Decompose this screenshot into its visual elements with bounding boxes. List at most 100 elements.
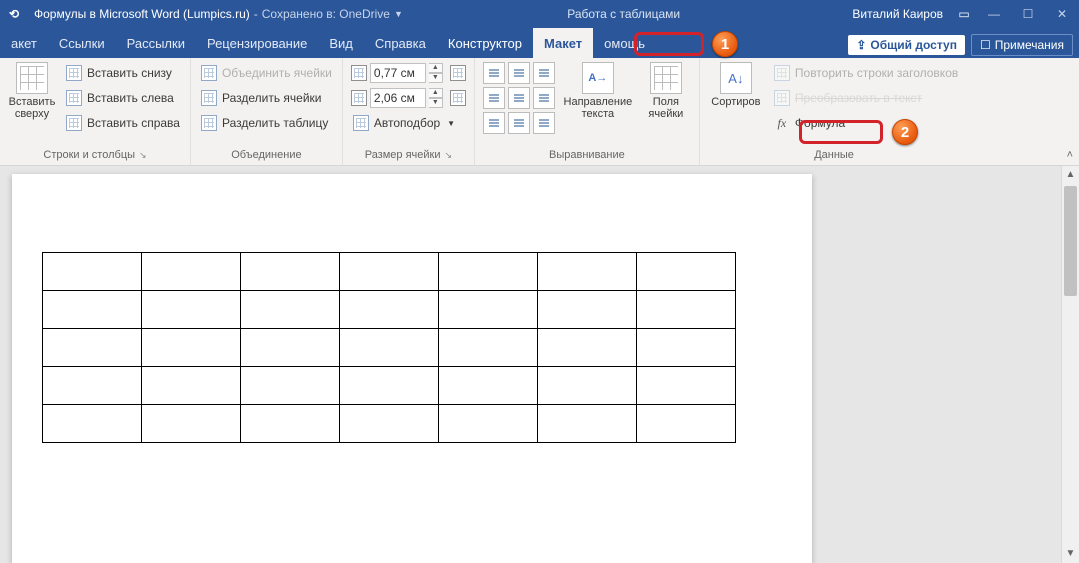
vertical-scrollbar[interactable]: ▲ ▼ (1061, 166, 1079, 563)
table-cell[interactable] (43, 367, 142, 405)
collapse-ribbon-icon[interactable]: ˄ (1067, 149, 1073, 161)
table-cell[interactable] (439, 367, 538, 405)
document-title[interactable]: Формулы в Microsoft Word (Lumpics.ru) - … (28, 7, 403, 21)
table-cell[interactable] (439, 405, 538, 443)
align-tc[interactable] (508, 62, 530, 84)
table-cell[interactable] (439, 291, 538, 329)
table-cell[interactable] (538, 253, 637, 291)
document-viewport[interactable] (0, 166, 1061, 563)
table-cell[interactable] (43, 329, 142, 367)
table-row[interactable] (43, 329, 736, 367)
table-cell[interactable] (637, 291, 736, 329)
table-cell[interactable] (340, 253, 439, 291)
table-cell[interactable] (340, 367, 439, 405)
width-spinner[interactable]: ▲▼ (429, 88, 443, 108)
row-height-input[interactable] (370, 63, 426, 83)
align-ml[interactable] (483, 87, 505, 109)
sort-button[interactable]: A↓ Сортиров (708, 62, 764, 108)
saved-location: Сохранено в: OneDrive (262, 7, 390, 21)
table-cell[interactable] (538, 329, 637, 367)
tab-design[interactable]: Конструктор (437, 28, 533, 58)
table-row[interactable] (43, 253, 736, 291)
tab-help[interactable]: Справка (364, 28, 437, 58)
tab-partial-help[interactable]: омощь (593, 28, 656, 58)
table-cell[interactable] (637, 367, 736, 405)
close-button[interactable]: ✕ (1045, 0, 1079, 28)
table-cell[interactable] (340, 291, 439, 329)
scroll-thumb[interactable] (1064, 186, 1077, 296)
scroll-down-icon[interactable]: ▼ (1062, 545, 1079, 563)
table-cell[interactable] (142, 291, 241, 329)
align-tr[interactable] (533, 62, 555, 84)
insert-below-button[interactable]: Вставить снизу (64, 62, 182, 84)
repeat-header-button: Повторить строки заголовков (772, 62, 960, 84)
fx-icon: fx (774, 116, 790, 131)
insert-above-button[interactable]: Вставить сверху (8, 62, 56, 120)
table-cell[interactable] (538, 291, 637, 329)
tab-mailings[interactable]: Рассылки (116, 28, 196, 58)
ribbon-options-icon[interactable]: ▭ (951, 7, 977, 21)
split-cells-icon (201, 90, 217, 106)
table-cell[interactable] (340, 405, 439, 443)
autofit-button[interactable]: Автоподбор▼ (351, 112, 466, 134)
text-direction-button[interactable]: A→ Направление текста (563, 62, 633, 120)
formula-button[interactable]: fxФормула (772, 112, 960, 134)
table-row[interactable] (43, 367, 736, 405)
table-cell[interactable] (538, 367, 637, 405)
table-cell[interactable] (241, 253, 340, 291)
table-cell[interactable] (142, 329, 241, 367)
table-cell[interactable] (43, 291, 142, 329)
insert-right-button[interactable]: Вставить справа (64, 112, 182, 134)
autofit-icon (353, 115, 369, 131)
align-br[interactable] (533, 112, 555, 134)
maximize-button[interactable]: ☐ (1011, 0, 1045, 28)
scroll-up-icon[interactable]: ▲ (1062, 166, 1079, 184)
dash: - (254, 7, 258, 21)
col-width-input[interactable] (370, 88, 426, 108)
cell-margins-button[interactable]: Поля ячейки (641, 62, 691, 120)
table-cell[interactable] (241, 329, 340, 367)
table-cell[interactable] (241, 367, 340, 405)
comments-button[interactable]: ☐ Примечания (971, 34, 1073, 56)
split-cells-button[interactable]: Разделить ячейки (199, 87, 334, 109)
table-cell[interactable] (43, 253, 142, 291)
distribute-cols-icon[interactable] (450, 90, 466, 106)
tab-partial-layout[interactable]: акет (0, 28, 48, 58)
table-cell[interactable] (340, 329, 439, 367)
table-row[interactable] (43, 405, 736, 443)
table-cell[interactable] (637, 253, 736, 291)
page[interactable] (12, 174, 812, 563)
align-bc[interactable] (508, 112, 530, 134)
dialog-launcher-icon[interactable]: ↘ (139, 150, 147, 161)
align-mr[interactable] (533, 87, 555, 109)
align-mc[interactable] (508, 87, 530, 109)
table-cell[interactable] (142, 405, 241, 443)
tab-view[interactable]: Вид (318, 28, 364, 58)
table-row[interactable] (43, 291, 736, 329)
tab-references[interactable]: Ссылки (48, 28, 116, 58)
table-cell[interactable] (637, 329, 736, 367)
tab-layout[interactable]: Макет (533, 28, 593, 58)
dialog-launcher-icon[interactable]: ↘ (445, 150, 453, 161)
minimize-button[interactable]: — (977, 0, 1011, 28)
split-table-button[interactable]: Разделить таблицу (199, 112, 334, 134)
table-cell[interactable] (241, 291, 340, 329)
table-cell[interactable] (241, 405, 340, 443)
table-cell[interactable] (142, 367, 241, 405)
table-cell[interactable] (538, 405, 637, 443)
table-cell[interactable] (439, 329, 538, 367)
distribute-rows-icon[interactable] (450, 65, 466, 81)
share-button[interactable]: ⇪ Общий доступ (848, 35, 965, 55)
table-cell[interactable] (637, 405, 736, 443)
table-cell[interactable] (142, 253, 241, 291)
align-tl[interactable] (483, 62, 505, 84)
table-cell[interactable] (43, 405, 142, 443)
tab-review[interactable]: Рецензирование (196, 28, 318, 58)
insert-left-button[interactable]: Вставить слева (64, 87, 182, 109)
document-table[interactable] (42, 252, 736, 443)
align-bl[interactable] (483, 112, 505, 134)
table-cell[interactable] (439, 253, 538, 291)
chevron-down-icon[interactable]: ▼ (394, 9, 403, 19)
height-spinner[interactable]: ▲▼ (429, 63, 443, 83)
user-name[interactable]: Виталий Каиров (844, 7, 951, 21)
